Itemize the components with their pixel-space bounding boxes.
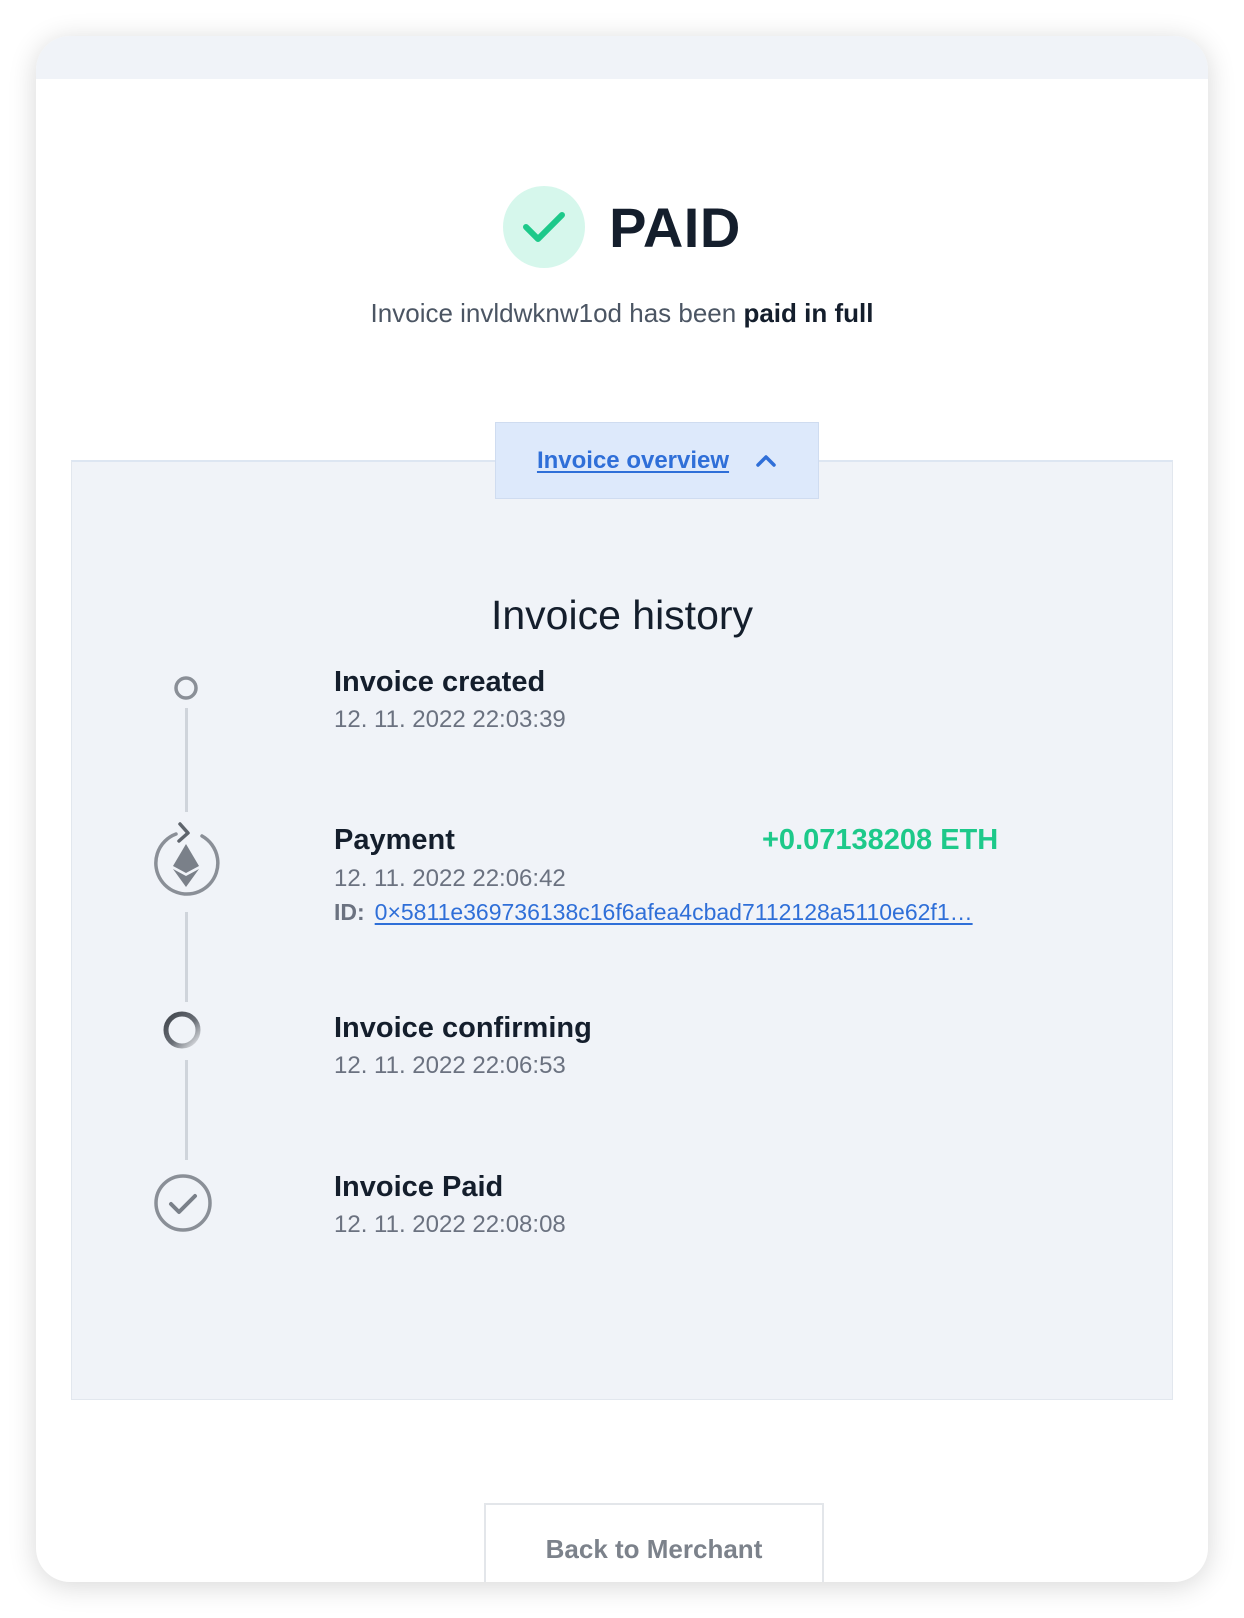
timeline-connector	[185, 912, 188, 1002]
status-subtitle: Invoice invldwknw1od has been paid in fu…	[36, 298, 1208, 329]
event-title: Payment	[334, 824, 455, 856]
event-title: Invoice Paid	[334, 1171, 504, 1203]
invoice-overview-toggle[interactable]: Invoice overview	[495, 422, 819, 499]
invoice-overview-label: Invoice overview	[536, 446, 730, 474]
event-timestamp: 12. 11. 2022 22:06:42	[334, 865, 566, 892]
invoice-card: PAID Invoice invldwknw1od has been paid …	[36, 36, 1208, 1582]
timeline-connector	[185, 708, 188, 812]
chevron-up-icon	[755, 454, 777, 468]
transaction-id-link[interactable]: 0×5811e369736138c16f6afea4cbad7112128a51…	[375, 899, 973, 925]
transaction-id-label: ID:	[334, 899, 365, 925]
status-subtitle-text: Invoice invldwknw1od has been	[370, 298, 744, 328]
ethereum-icon	[146, 820, 226, 904]
status-header: PAID	[36, 186, 1208, 268]
status-title: PAID	[609, 195, 741, 259]
timeline-connector	[185, 1060, 188, 1160]
history-title: Invoice history	[490, 592, 754, 638]
circle-dot-icon	[172, 674, 200, 702]
event-timestamp: 12. 11. 2022 22:06:53	[334, 1052, 566, 1079]
spinner-icon	[160, 1008, 204, 1052]
card-top-bar	[36, 36, 1208, 79]
back-to-merchant-button[interactable]: Back to Merchant	[484, 1503, 824, 1582]
status-subtitle-emphasis: paid in full	[743, 298, 874, 328]
check-circle-icon	[152, 1172, 214, 1234]
event-timestamp: 12. 11. 2022 22:08:08	[334, 1211, 566, 1238]
invoice-history-panel: Invoice history Invoice created 12. 11. …	[71, 460, 1173, 1400]
check-icon	[503, 186, 586, 268]
transaction-id: ID: 0×5811e369736138c16f6afea4cbad7112128…	[334, 899, 973, 926]
event-title: Invoice created	[334, 666, 546, 698]
event-timestamp: 12. 11. 2022 22:03:39	[334, 706, 566, 733]
event-title: Invoice confirming	[334, 1012, 592, 1044]
payment-amount: +0.07138208 ETH	[762, 824, 999, 856]
